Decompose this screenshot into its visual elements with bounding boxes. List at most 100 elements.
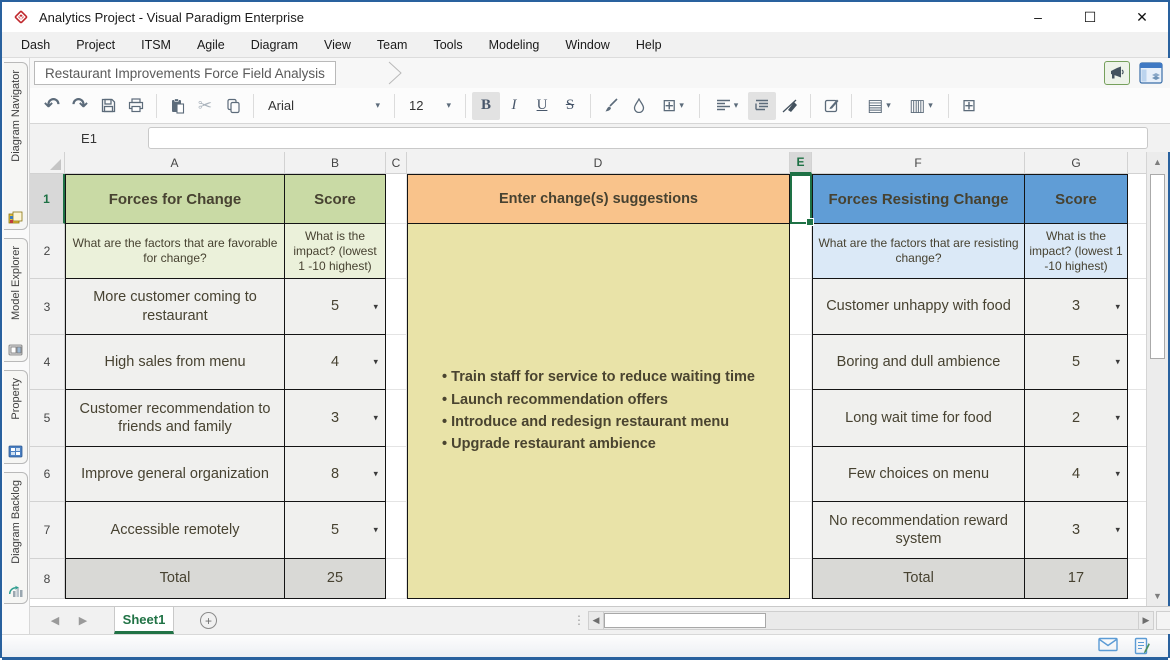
menu-view[interactable]: View xyxy=(311,32,364,58)
cell-c1[interactable] xyxy=(386,174,407,224)
notes-icon[interactable] xyxy=(1134,637,1150,655)
row-header-5[interactable]: 5 xyxy=(30,390,65,447)
vertical-scroll-thumb[interactable] xyxy=(1150,174,1165,359)
menu-tools[interactable]: Tools xyxy=(420,32,475,58)
redo-button[interactable]: ↷ xyxy=(66,92,94,120)
cell-b5-score-dropdown[interactable]: 3▾ xyxy=(285,390,386,447)
cell-a5-factor[interactable]: Customer recommendation to friends and f… xyxy=(65,390,285,447)
cell-g7-score-dropdown[interactable]: 3▾ xyxy=(1025,502,1128,559)
menu-dash[interactable]: Dash xyxy=(8,32,63,58)
cell-b6-score-dropdown[interactable]: 8▾ xyxy=(285,447,386,502)
scroll-up-button[interactable]: ▲ xyxy=(1147,152,1168,172)
cell-f1-forces-resisting[interactable]: Forces Resisting Change xyxy=(812,174,1025,224)
column-header-b[interactable]: B xyxy=(285,152,386,174)
insert-table-button[interactable]: ⊞ xyxy=(955,92,983,120)
scroll-left-button[interactable]: ◀ xyxy=(589,612,604,629)
paste-button[interactable] xyxy=(163,92,191,120)
cell-b2-score-question[interactable]: What is the impact? (lowest 1 -10 highes… xyxy=(285,224,386,279)
cell-g8-total-value[interactable]: 17 xyxy=(1025,559,1128,599)
column-header-f[interactable]: F xyxy=(812,152,1025,174)
horizontal-scrollbar[interactable]: ◀ ▶ xyxy=(588,611,1154,630)
close-button[interactable]: ✕ xyxy=(1116,2,1168,32)
cell-g4-score-dropdown[interactable]: 5▾ xyxy=(1025,335,1128,390)
clear-format-button[interactable] xyxy=(776,92,804,120)
menu-itsm[interactable]: ITSM xyxy=(128,32,184,58)
formula-input[interactable] xyxy=(148,127,1148,149)
vertical-scrollbar[interactable]: ▲ ▼ xyxy=(1146,152,1168,606)
cell-b8-total-value[interactable]: 25 xyxy=(285,559,386,599)
underline-button[interactable]: U xyxy=(528,92,556,120)
column-header-c[interactable]: C xyxy=(386,152,407,174)
row-options-button[interactable]: ▤ ▾ xyxy=(858,92,900,120)
cell-g2-score-question[interactable]: What is the impact? (lowest 1 -10 highes… xyxy=(1025,224,1128,279)
cell-a3-factor[interactable]: More customer coming to restaurant xyxy=(65,279,285,335)
cell-f5-factor[interactable]: Long wait time for food xyxy=(812,390,1025,447)
sheet-tab-sheet1[interactable]: Sheet1 xyxy=(114,607,174,634)
row-header-1[interactable]: 1 xyxy=(30,174,65,224)
cell-g6-score-dropdown[interactable]: 4▾ xyxy=(1025,447,1128,502)
edit-cell-button[interactable] xyxy=(817,92,845,120)
print-button[interactable] xyxy=(122,92,150,120)
bold-button[interactable]: B xyxy=(472,92,500,120)
overflow-menu-icon[interactable]: ⋮ xyxy=(573,613,585,627)
cell-b1-score[interactable]: Score xyxy=(285,174,386,224)
cell-a4-factor[interactable]: High sales from menu xyxy=(65,335,285,390)
cell-f2-question[interactable]: What are the factors that are resisting … xyxy=(812,224,1025,279)
cut-button[interactable]: ✂ xyxy=(191,92,219,120)
next-sheet-button[interactable]: ▶ xyxy=(70,607,96,634)
cell-a2-question[interactable]: What are the factors that are favorable … xyxy=(65,224,285,279)
cell-e1-selected[interactable] xyxy=(790,174,812,224)
maximize-button[interactable]: ☐ xyxy=(1064,2,1116,32)
cell-reference-box[interactable]: E1 xyxy=(30,131,148,146)
announcement-button[interactable] xyxy=(1104,61,1130,85)
column-header-a[interactable]: A xyxy=(65,152,285,174)
cell-a1-forces-for-change[interactable]: Forces for Change xyxy=(65,174,285,224)
cell-a8-total-label[interactable]: Total xyxy=(65,559,285,599)
cell-a6-factor[interactable]: Improve general organization xyxy=(65,447,285,502)
brush-button[interactable] xyxy=(597,92,625,120)
add-sheet-button[interactable]: + xyxy=(200,612,217,629)
menu-diagram[interactable]: Diagram xyxy=(238,32,311,58)
menu-project[interactable]: Project xyxy=(63,32,128,58)
menu-help[interactable]: Help xyxy=(623,32,675,58)
sidebar-tab-diagram-navigator[interactable]: Diagram Navigator xyxy=(4,62,28,230)
font-size-select[interactable]: 12 ▾ xyxy=(401,93,459,119)
sidebar-tab-property[interactable]: Property xyxy=(4,370,28,464)
undo-button[interactable]: ↶ xyxy=(38,92,66,120)
menu-modeling[interactable]: Modeling xyxy=(476,32,553,58)
column-header-g[interactable]: G xyxy=(1025,152,1128,174)
sidebar-tab-model-explorer[interactable]: Model Explorer xyxy=(4,238,28,362)
menu-window[interactable]: Window xyxy=(552,32,622,58)
panel-layout-button[interactable] xyxy=(1138,61,1164,85)
cell-a7-factor[interactable]: Accessible remotely xyxy=(65,502,285,559)
column-header-d[interactable]: D xyxy=(407,152,790,174)
column-header-e[interactable]: E xyxy=(790,152,812,174)
scroll-right-button[interactable]: ▶ xyxy=(1138,612,1153,629)
cell-f7-factor[interactable]: No recommendation reward system xyxy=(812,502,1025,559)
row-header-4[interactable]: 4 xyxy=(30,335,65,390)
row-header-2[interactable]: 2 xyxy=(30,224,65,279)
cell-g1-score[interactable]: Score xyxy=(1025,174,1128,224)
save-button[interactable] xyxy=(94,92,122,120)
cell-f3-factor[interactable]: Customer unhappy with food xyxy=(812,279,1025,335)
vertical-align-button[interactable] xyxy=(748,92,776,120)
cell-f4-factor[interactable]: Boring and dull ambience xyxy=(812,335,1025,390)
column-options-button[interactable]: ▥ ▾ xyxy=(900,92,942,120)
cell-f6-factor[interactable]: Few choices on menu xyxy=(812,447,1025,502)
select-all-corner[interactable] xyxy=(30,152,65,174)
copy-button[interactable] xyxy=(219,92,247,120)
mail-icon[interactable] xyxy=(1098,637,1118,652)
fill-color-button[interactable] xyxy=(625,92,653,120)
cell-g5-score-dropdown[interactable]: 2▾ xyxy=(1025,390,1128,447)
row-header-8[interactable]: 8 xyxy=(30,559,65,599)
cell-b7-score-dropdown[interactable]: 5▾ xyxy=(285,502,386,559)
cell-d2-suggestions-body[interactable]: Train staff for service to reduce waitin… xyxy=(407,224,790,599)
cell-b3-score-dropdown[interactable]: 5▾ xyxy=(285,279,386,335)
minimize-button[interactable]: – xyxy=(1012,2,1064,32)
strikethrough-button[interactable]: S xyxy=(556,92,584,120)
row-header-7[interactable]: 7 xyxy=(30,502,65,559)
borders-button[interactable]: ⊞ ▾ xyxy=(653,92,693,120)
scroll-down-button[interactable]: ▼ xyxy=(1147,586,1168,606)
cell-g3-score-dropdown[interactable]: 3▾ xyxy=(1025,279,1128,335)
horizontal-align-button[interactable]: ▾ xyxy=(706,92,748,120)
